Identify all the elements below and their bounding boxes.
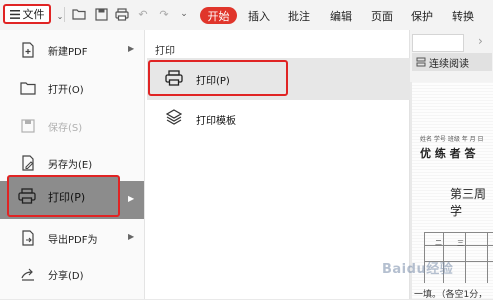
tab-page[interactable]: 页面: [371, 8, 393, 24]
menu-item-new-pdf[interactable]: 新建PDF ▶: [0, 32, 144, 68]
table-cell: 二: [435, 239, 442, 247]
tab-protect[interactable]: 保护: [411, 8, 433, 24]
export-pdf-icon: [22, 230, 34, 246]
submenu-item-print-template[interactable]: 打印模板: [147, 102, 410, 134]
page-input[interactable]: [412, 34, 464, 52]
tab-insert[interactable]: 插入: [248, 8, 270, 24]
file-menu: 新建PDF ▶ 打开(O) 保存(S) 另存为(E) ▶ 导出PDF为 ▶ 分享…: [0, 30, 145, 299]
print-icon[interactable]: [115, 7, 129, 21]
menu-item-label: 打开(O): [48, 85, 84, 96]
file-menu-button[interactable]: 文件: [3, 4, 51, 24]
menu-item-label: 导出PDF为: [48, 235, 98, 246]
file-menu-label: 文件: [22, 8, 45, 21]
print-submenu: 打印 打印(P) 打印模板: [145, 30, 410, 299]
menu-item-export-pdf[interactable]: 导出PDF为 ▶: [0, 220, 144, 256]
save-icon: [21, 119, 35, 133]
new-pdf-icon: [22, 42, 34, 58]
folder-icon[interactable]: [72, 7, 86, 21]
open-folder-icon: [20, 82, 36, 95]
dropdown-icon[interactable]: ⌄: [177, 7, 191, 21]
chevron-right-icon: ▶: [128, 44, 135, 53]
tab-start[interactable]: 开始: [200, 7, 237, 24]
save-icon[interactable]: [94, 7, 108, 21]
menu-item-label: 保存(S): [48, 123, 83, 134]
undo-icon[interactable]: ↶: [136, 7, 150, 21]
submenu-title: 打印: [155, 46, 175, 57]
page-bottom-text: 一填。（各空1分，: [414, 290, 488, 300]
print-submenu-highlight: [148, 60, 288, 96]
page-header-title: 优 练 者 答: [420, 147, 476, 160]
menu-item-label: 新建PDF: [48, 47, 88, 58]
chevron-right-icon: ▶: [128, 194, 135, 203]
top-toolbar: 文件 ⌄ ↶ ↷ ⌄ 开始 插入 批注 编辑 页面 保护 转换: [0, 0, 493, 31]
chevron-right-icon[interactable]: ›: [478, 34, 483, 48]
page-header-small: 姓名 学号 班级 年 月 日: [420, 136, 484, 143]
menu-item-label: 打印(P): [48, 191, 86, 204]
share-icon: [21, 268, 34, 281]
chevron-right-icon: ▶: [128, 232, 135, 241]
continuous-read-button[interactable]: 连续阅读: [412, 53, 492, 71]
submenu-item-label: 打印模板: [196, 116, 236, 127]
menu-item-label: 另存为(E): [48, 160, 93, 171]
toolbar-divider: [64, 7, 65, 22]
save-as-icon: [22, 155, 34, 171]
menu-item-save: 保存(S): [0, 108, 144, 144]
table-cell: 三: [457, 239, 464, 247]
baidu-watermark: Baidu经验: [382, 262, 454, 277]
continuous-read-label: 连续阅读: [429, 58, 469, 70]
tab-annotate[interactable]: 批注: [288, 8, 310, 24]
menu-item-label: 分享(D): [48, 271, 84, 282]
continuous-read-icon: [416, 57, 426, 67]
page-heading: 第三周学: [450, 187, 487, 218]
print-icon: [18, 188, 36, 204]
layers-icon: [166, 109, 182, 125]
menu-item-share[interactable]: 分享(D): [0, 256, 144, 292]
print-menu-highlight[interactable]: 打印(P): [7, 175, 120, 217]
redo-icon[interactable]: ↷: [157, 7, 171, 21]
hamburger-icon: [9, 9, 20, 19]
menu-item-open[interactable]: 打开(O): [0, 70, 144, 106]
tab-edit[interactable]: 编辑: [330, 8, 352, 24]
tab-convert[interactable]: 转换: [452, 8, 474, 24]
